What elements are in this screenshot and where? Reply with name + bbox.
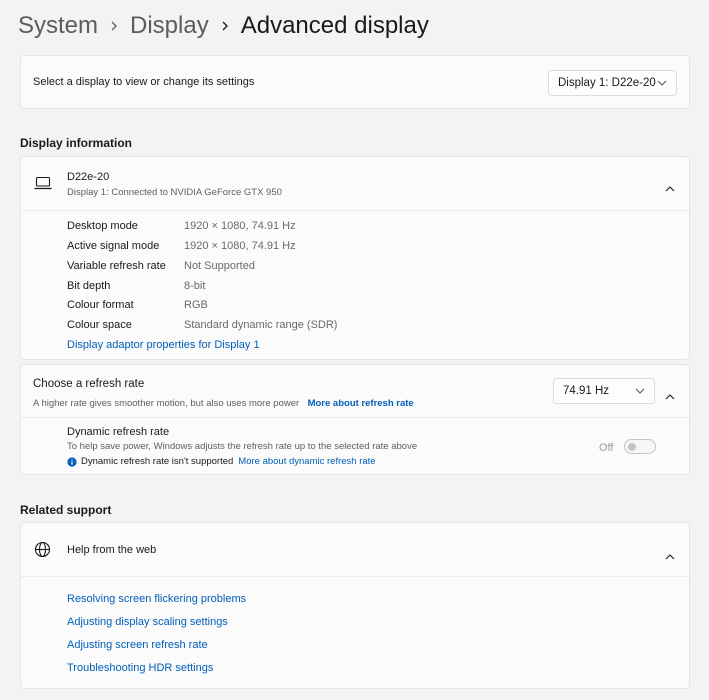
divider	[21, 210, 689, 211]
refresh-rate-card: Choose a refresh rate A higher rate give…	[20, 364, 690, 475]
chevron-down-icon	[635, 388, 645, 394]
dynamic-refresh-title: Dynamic refresh rate	[67, 426, 170, 438]
info-icon	[67, 456, 77, 467]
help-link-hdr-settings[interactable]: Troubleshooting HDR settings	[67, 662, 213, 674]
help-from-web-header[interactable]: Help from the web	[21, 523, 689, 576]
refresh-rate-value: 74.91 Hz	[563, 385, 610, 397]
desktop-mode-value: 1920 × 1080, 74.91 Hz	[184, 220, 296, 232]
more-about-refresh-rate-link[interactable]: More about refresh rate	[308, 398, 414, 409]
refresh-rate-dropdown[interactable]: 74.91 Hz	[553, 378, 655, 404]
refresh-rate-title: Choose a refresh rate	[33, 378, 145, 390]
display-select-value: Display 1: D22e-20	[558, 77, 656, 89]
help-link-display-scaling[interactable]: Adjusting display scaling settings	[67, 616, 228, 628]
related-support-card: Help from the web Resolving screen flick…	[20, 522, 690, 689]
display-information-heading: Display information	[20, 136, 133, 150]
chevron-right-icon	[209, 20, 241, 32]
breadcrumb-system[interactable]: System	[18, 12, 98, 40]
refresh-rate-description-line: A higher rate gives smoother motion, but…	[33, 393, 414, 411]
toggle-state-label: Off	[599, 442, 614, 454]
divider	[21, 417, 689, 418]
dynamic-refresh-description: To help save power, Windows adjusts the …	[67, 441, 418, 452]
variable-refresh-rate-label: Variable refresh rate	[67, 260, 166, 272]
desktop-mode-label: Desktop mode	[67, 220, 138, 232]
related-support-heading: Related support	[20, 503, 112, 517]
breadcrumb: System Display Advanced display	[18, 10, 429, 42]
breadcrumb-display[interactable]: Display	[130, 12, 209, 40]
select-display-card: Select a display to view or change its s…	[20, 55, 690, 109]
colour-format-label: Colour format	[67, 299, 134, 311]
variable-refresh-rate-value: Not Supported	[184, 260, 255, 272]
chevron-up-icon[interactable]	[665, 387, 675, 405]
monitor-header[interactable]: D22e-20 Display 1: Connected to NVIDIA G…	[21, 157, 689, 210]
chevron-up-icon[interactable]	[665, 547, 675, 565]
bit-depth-value: 8-bit	[184, 280, 206, 292]
help-from-web-title: Help from the web	[67, 544, 157, 556]
dynamic-refresh-toggle[interactable]	[624, 439, 656, 454]
refresh-rate-description: A higher rate gives smoother motion, but…	[33, 398, 300, 409]
help-link-refresh-rate[interactable]: Adjusting screen refresh rate	[67, 639, 208, 651]
colour-space-value: Standard dynamic range (SDR)	[184, 319, 338, 331]
active-signal-mode-value: 1920 × 1080, 74.91 Hz	[184, 240, 296, 252]
chevron-down-icon	[657, 80, 667, 86]
toggle-knob	[628, 442, 636, 451]
display-select-dropdown[interactable]: Display 1: D22e-20	[548, 70, 677, 96]
bit-depth-label: Bit depth	[67, 280, 111, 292]
colour-format-value: RGB	[184, 299, 208, 311]
colour-space-label: Colour space	[67, 319, 132, 331]
chevron-up-icon[interactable]	[665, 179, 675, 197]
dynamic-refresh-info-line: Dynamic refresh rate isn't supported Mor…	[67, 456, 376, 467]
divider	[21, 576, 689, 577]
active-signal-mode-label: Active signal mode	[67, 240, 160, 252]
globe-icon	[34, 541, 51, 563]
chevron-right-icon	[98, 20, 130, 32]
monitor-icon	[34, 176, 52, 195]
more-about-dynamic-refresh-link[interactable]: More about dynamic refresh rate	[238, 456, 375, 467]
monitor-subtitle: Display 1: Connected to NVIDIA GeForce G…	[67, 187, 282, 198]
select-display-label: Select a display to view or change its s…	[33, 76, 255, 88]
display-adapter-properties-link[interactable]: Display adaptor properties for Display 1	[67, 339, 260, 351]
help-link-screen-flickering[interactable]: Resolving screen flickering problems	[67, 593, 246, 605]
monitor-name: D22e-20	[67, 171, 110, 183]
page-title: Advanced display	[240, 12, 429, 39]
display-information-card: D22e-20 Display 1: Connected to NVIDIA G…	[20, 156, 690, 360]
dynamic-refresh-info-text: Dynamic refresh rate isn't supported	[81, 456, 234, 467]
